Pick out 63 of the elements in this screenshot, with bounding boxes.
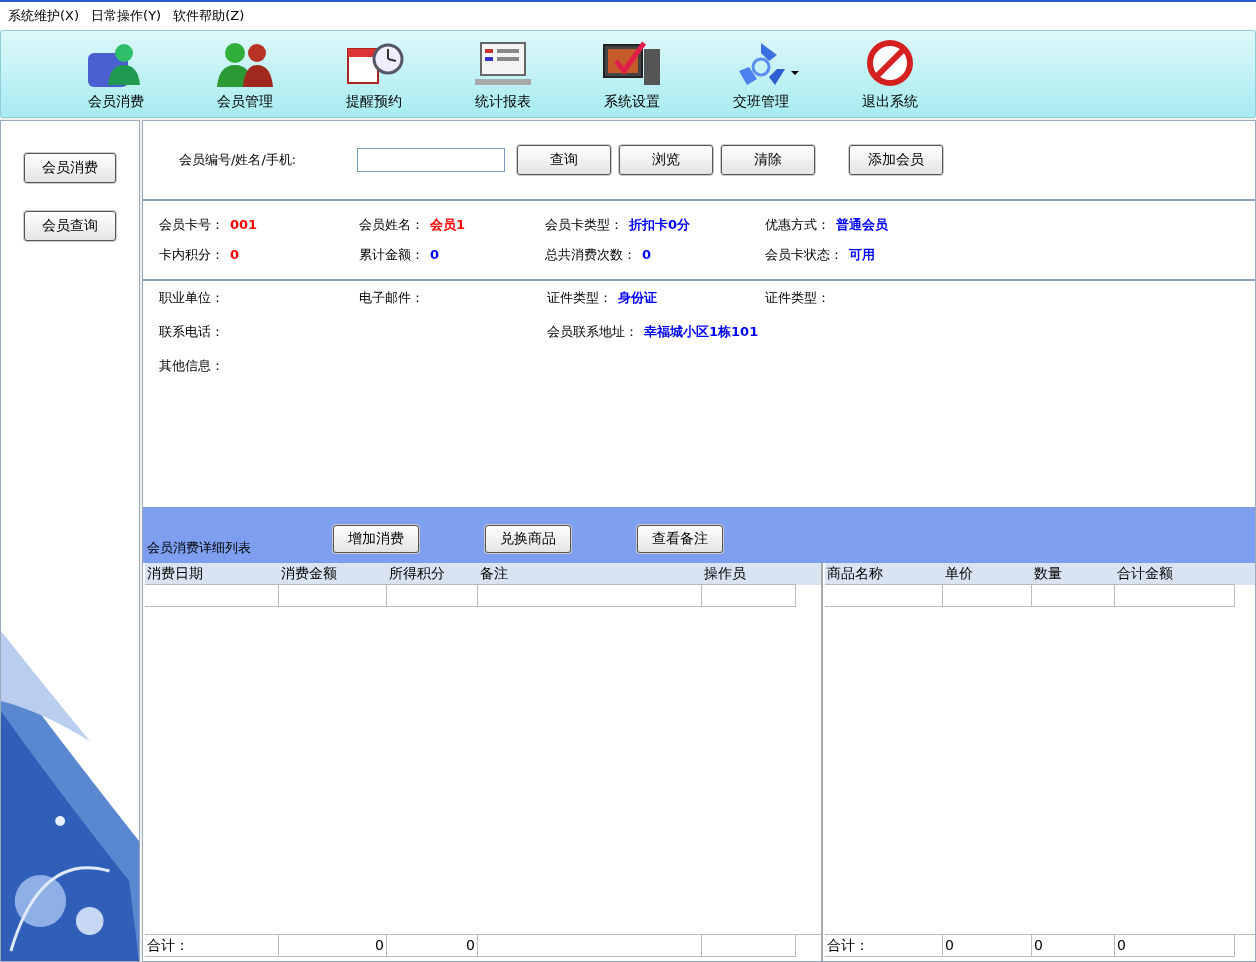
menu-item[interactable]: 系统维护(X) (8, 7, 80, 25)
column-header[interactable]: 数量 (1032, 563, 1115, 585)
menu-item[interactable]: 日常操作(Y) (91, 7, 162, 25)
field-label: 卡内积分： (159, 247, 224, 262)
field-label: 联系电话： (159, 324, 224, 339)
toolbar-button[interactable]: 查看备注 (637, 525, 723, 553)
column-header[interactable]: 商品名称 (825, 563, 943, 585)
field-label: 会员姓名： (359, 217, 424, 232)
toolbar-button[interactable]: 交班管理 (696, 31, 825, 117)
field-value: 可用 (849, 247, 875, 262)
field-label: 证件类型： (765, 290, 830, 305)
field-label: 会员卡状态： (765, 247, 843, 262)
total-cell: 合计： (145, 935, 279, 957)
field-label: 优惠方式： (765, 217, 830, 232)
toolbar-button[interactable]: 增加消费 (333, 525, 419, 553)
column-header[interactable]: 备注 (478, 563, 702, 585)
search-label: 会员编号/姓名/手机: (179, 151, 298, 169)
field-label: 累计金额： (359, 247, 424, 262)
field-value: 0 (230, 247, 240, 262)
column-header[interactable]: 消费日期 (145, 563, 279, 585)
toolbar-button[interactable]: 兑换商品 (485, 525, 571, 553)
field-value: 幸福城小区1栋101 (644, 324, 759, 339)
total-cell: 0 (1032, 935, 1115, 957)
field-label: 会员卡号： (159, 217, 224, 232)
sidebar-button[interactable]: 会员查询 (24, 211, 116, 241)
total-cell: 0 (279, 935, 387, 957)
field-label: 总共消费次数： (545, 247, 636, 262)
search-field[interactable] (357, 148, 505, 172)
field-label: 会员联系地址： (547, 324, 638, 339)
field-value: 折扣卡0分 (629, 217, 691, 232)
sidebar-button[interactable]: 会员消费 (24, 153, 116, 183)
total-cell: 0 (943, 935, 1032, 957)
column-header[interactable]: 合计金额 (1115, 563, 1235, 585)
field-value: 身份证 (618, 290, 657, 305)
field-label: 职业单位： (159, 290, 224, 305)
field-label: 会员卡类型： (545, 217, 623, 232)
toolbar-button[interactable]: 统计报表 (438, 31, 567, 117)
column-header[interactable]: 消费金额 (279, 563, 387, 585)
search-toolbar-button[interactable]: 清除 (721, 145, 815, 175)
total-cell: 0 (387, 935, 478, 957)
field-value: 0 (430, 247, 440, 262)
menu-item[interactable]: 软件帮助(Z) (173, 7, 245, 25)
total-cell: 合计： (825, 935, 943, 957)
field-label: 电子邮件： (359, 290, 424, 305)
toolbar-button[interactable]: 系统设置 (567, 31, 696, 117)
field-value: 0 (642, 247, 652, 262)
field-value: 会员1 (430, 217, 466, 232)
column-header[interactable]: 单价 (943, 563, 1032, 585)
search-toolbar-button[interactable]: 浏览 (619, 145, 713, 175)
field-value: 普通会员 (836, 217, 888, 232)
search-toolbar-button[interactable]: 添加会员 (849, 145, 943, 175)
toolbar-button[interactable]: 退出系统 (825, 31, 954, 117)
column-header[interactable]: 所得积分 (387, 563, 478, 585)
toolbar-button[interactable]: 会员消费 (51, 31, 180, 117)
field-label: 证件类型： (547, 290, 612, 305)
search-toolbar-button[interactable]: 查询 (517, 145, 611, 175)
toolbar-button[interactable]: 会员管理 (180, 31, 309, 117)
toolbar-button[interactable]: 提醒预约 (309, 31, 438, 117)
total-cell: 0 (1115, 935, 1235, 957)
column-header[interactable]: 操作员 (702, 563, 796, 585)
field-label: 其他信息： (159, 358, 224, 373)
section-title: 会员消费详细列表 (147, 539, 252, 557)
field-value: 001 (230, 217, 258, 232)
